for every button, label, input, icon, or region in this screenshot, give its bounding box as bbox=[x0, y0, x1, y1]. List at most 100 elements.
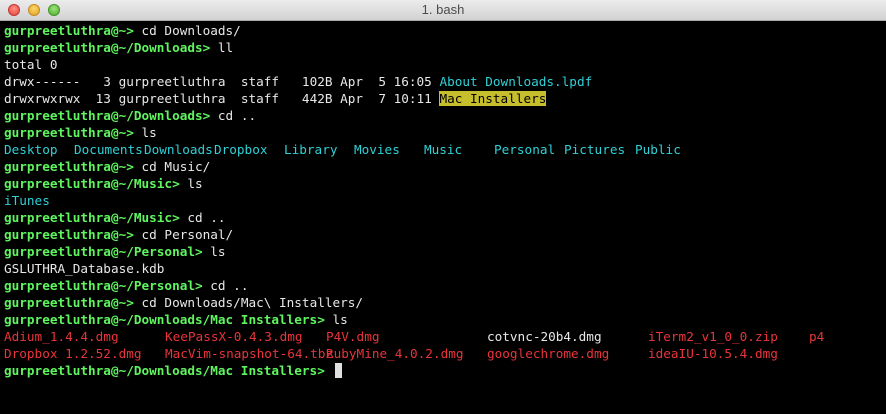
command-text: cd .. bbox=[217, 108, 257, 123]
directory-entry: Pictures bbox=[564, 142, 626, 157]
ls-dir-row: Desktop Documents Downloads Dropbox Library M… bbox=[4, 141, 884, 158]
prompt-symbol: > bbox=[126, 227, 142, 242]
prompt-user: gurpreetluthra bbox=[4, 159, 111, 174]
directory-entry: Personal bbox=[494, 142, 556, 157]
output-line: GSLUTHRA_Database.kdb bbox=[4, 260, 884, 277]
file-entry: KeePassX-0.4.3.dmg bbox=[165, 329, 303, 344]
prompt-symbol: > bbox=[172, 176, 188, 191]
file-entry: Adium_1.4.4.dmg bbox=[4, 329, 119, 344]
file-entry: cotvnc-20b4.dmg bbox=[487, 329, 602, 344]
directory-entry: Desktop bbox=[4, 142, 58, 157]
terminal-window: 1. bash gurpreetluthra@~> cd Downloads/g… bbox=[0, 0, 886, 414]
prompt-symbol: > bbox=[126, 295, 142, 310]
size: 442B bbox=[294, 91, 341, 106]
size: 102B bbox=[294, 74, 341, 89]
output-text: GSLUTHRA_Database.kdb bbox=[4, 261, 165, 276]
window-title: 1. bash bbox=[421, 2, 465, 17]
command-text: ls bbox=[332, 312, 348, 327]
prompt-user: gurpreetluthra bbox=[4, 176, 111, 191]
prompt-at: @ bbox=[110, 363, 119, 378]
prompt-path: ~/Downloads bbox=[118, 108, 203, 123]
command-text: ll bbox=[217, 40, 234, 55]
prompt-path: ~/Personal bbox=[118, 244, 195, 259]
prompt-user: gurpreetluthra bbox=[4, 295, 111, 310]
output-text: iTunes bbox=[4, 193, 50, 208]
ls-file-row: Dropbox 1.2.52.dmg MacVim-snapshot-64.tbz… bbox=[4, 345, 884, 362]
prompt-user: gurpreetluthra bbox=[4, 244, 111, 259]
prompt-at: @ bbox=[110, 23, 119, 38]
command-text: ls bbox=[187, 176, 203, 191]
prompt-line: gurpreetluthra@~/Music> cd .. bbox=[4, 209, 884, 226]
modified-date: Apr 7 10:11 bbox=[340, 91, 440, 106]
prompt-path: ~/Music bbox=[118, 210, 173, 225]
permissions: drwxrwxrwx bbox=[4, 91, 89, 106]
prompt-path: ~/Music bbox=[118, 176, 173, 191]
command-text: cd Downloads/ bbox=[141, 23, 241, 38]
link-count: 13 bbox=[88, 91, 119, 106]
owner: gurpreetluthra bbox=[118, 91, 241, 106]
prompt-user: gurpreetluthra bbox=[4, 210, 111, 225]
link-count: 3 bbox=[88, 74, 119, 89]
prompt-path: ~/Personal bbox=[118, 278, 195, 293]
prompt-symbol: > bbox=[202, 40, 218, 55]
prompt-at: @ bbox=[110, 244, 119, 259]
prompt-line: gurpreetluthra@~/Downloads/Mac Installer… bbox=[4, 311, 884, 328]
prompt-symbol: > bbox=[202, 108, 218, 123]
command-text: cd .. bbox=[210, 278, 249, 293]
prompt-user: gurpreetluthra bbox=[4, 363, 111, 378]
prompt-path: ~/Downloads bbox=[118, 40, 203, 55]
terminal-output[interactable]: gurpreetluthra@~> cd Downloads/gurpreetl… bbox=[4, 22, 884, 379]
file-entry: Dropbox 1.2.52.dmg bbox=[4, 346, 142, 361]
prompt-line: gurpreetluthra@~> cd Downloads/Mac\ Inst… bbox=[4, 294, 884, 311]
prompt-symbol: > bbox=[126, 125, 142, 140]
file-entry: P4V.dmg bbox=[326, 329, 380, 344]
prompt-line: gurpreetluthra@~/Downloads> ll bbox=[4, 39, 884, 56]
prompt-line: gurpreetluthra@~> cd Music/ bbox=[4, 158, 884, 175]
prompt-path: ~/Downloads/Mac Installers bbox=[118, 312, 318, 327]
directory-entry: Downloads bbox=[144, 142, 213, 157]
prompt-at: @ bbox=[110, 159, 119, 174]
text-cursor bbox=[335, 363, 343, 378]
prompt-user: gurpreetluthra bbox=[4, 23, 111, 38]
group: staff bbox=[240, 91, 295, 106]
directory-entry: Movies bbox=[354, 142, 400, 157]
owner: gurpreetluthra bbox=[118, 74, 241, 89]
prompt-at: @ bbox=[110, 210, 119, 225]
file-entry: p4 bbox=[809, 329, 825, 344]
command-text: ls bbox=[210, 244, 226, 259]
permissions: drwx------ bbox=[4, 74, 89, 89]
prompt-symbol: > bbox=[194, 278, 211, 293]
directory-entry: Documents bbox=[74, 142, 143, 157]
directory-entry: Dropbox bbox=[214, 142, 268, 157]
prompt-user: gurpreetluthra bbox=[4, 108, 111, 123]
prompt-at: @ bbox=[110, 312, 119, 327]
output-line: total 0 bbox=[4, 56, 884, 73]
prompt-symbol: > bbox=[317, 312, 333, 327]
prompt-line: gurpreetluthra@~/Downloads> cd .. bbox=[4, 107, 884, 124]
prompt-path: ~/Downloads/Mac Installers bbox=[118, 363, 318, 378]
prompt-symbol: > bbox=[194, 244, 211, 259]
title-bar[interactable]: 1. bash bbox=[0, 0, 886, 21]
prompt-line: gurpreetluthra@~/Downloads/Mac Installer… bbox=[4, 362, 884, 379]
prompt-at: @ bbox=[110, 40, 119, 55]
file-entry: googlechrome.dmg bbox=[487, 346, 610, 361]
file-name: About Downloads.lpdf bbox=[439, 74, 593, 89]
modified-date: Apr 5 16:05 bbox=[340, 74, 440, 89]
prompt-at: @ bbox=[110, 295, 119, 310]
prompt-at: @ bbox=[110, 278, 119, 293]
prompt-user: gurpreetluthra bbox=[4, 125, 111, 140]
file-entry: iTerm2_v1_0_0.zip bbox=[648, 329, 778, 344]
directory-entry: Music bbox=[424, 142, 463, 157]
prompt-user: gurpreetluthra bbox=[4, 40, 111, 55]
command-text: cd .. bbox=[187, 210, 226, 225]
output-text: total 0 bbox=[4, 57, 58, 72]
prompt-line: gurpreetluthra@~/Music> ls bbox=[4, 175, 884, 192]
file-entry: MacVim-snapshot-64.tbz bbox=[165, 346, 334, 361]
prompt-at: @ bbox=[110, 227, 119, 242]
file-name: Mac Installers bbox=[439, 91, 547, 106]
prompt-at: @ bbox=[110, 108, 119, 123]
prompt-symbol: > bbox=[317, 363, 333, 378]
file-entry: RubyMine_4.0.2.dmg bbox=[326, 346, 464, 361]
prompt-symbol: > bbox=[172, 210, 188, 225]
prompt-line: gurpreetluthra@~> ls bbox=[4, 124, 884, 141]
